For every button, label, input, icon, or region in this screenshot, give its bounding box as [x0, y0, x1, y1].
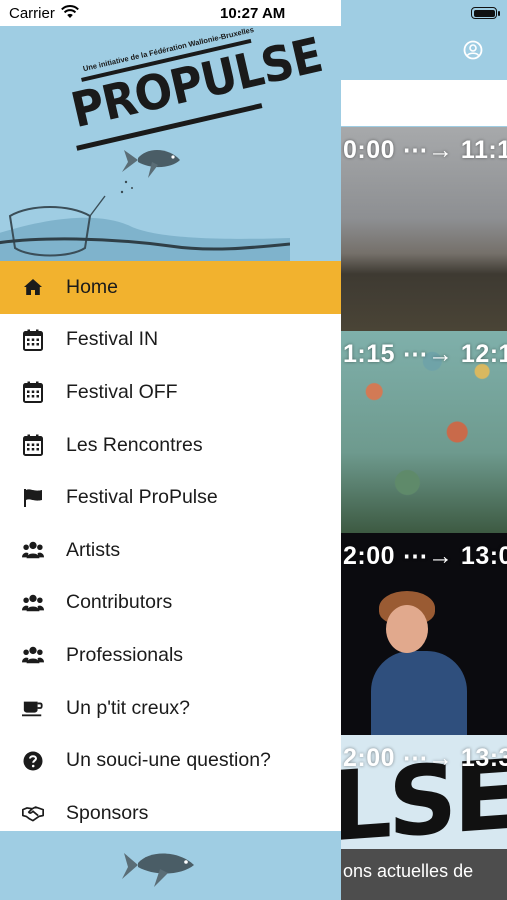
menu-item-label: Un souci-une question?: [66, 749, 271, 772]
menu-item-un-souci-une-question[interactable]: Un souci-une question?: [0, 734, 341, 787]
flag-icon: [22, 487, 44, 509]
menu-item-contributors[interactable]: Contributors: [0, 577, 341, 630]
menu-item-label: Un p'tit creux?: [66, 696, 191, 719]
menu-item-artists[interactable]: Artists: [0, 524, 341, 577]
clock: 10:27 AM: [220, 5, 286, 22]
users-icon: [22, 644, 44, 666]
coffee-icon: [22, 697, 44, 719]
bottom-banner: ons actuelles de: [341, 849, 507, 900]
event-card[interactable]: 0:00 ⋯→ 11:15: [341, 127, 507, 331]
event-time: 2:00 ⋯→ 13:00: [343, 542, 507, 570]
fishbowl-illustration: [0, 195, 290, 261]
menu-item-label: Home: [66, 275, 119, 298]
performer-head: [386, 605, 428, 653]
calendar-icon: [22, 381, 44, 404]
menu-item-les-rencontres[interactable]: Les Rencontres: [0, 419, 341, 472]
search-bar[interactable]: [341, 80, 507, 126]
menu-item-home[interactable]: Home: [0, 261, 341, 314]
performer-image: [371, 651, 467, 735]
drawer-footer: [0, 831, 341, 900]
event-card[interactable]: 2:00 ⋯→ 13:00: [341, 533, 507, 735]
status-bar: Carrier 10:27 AM: [0, 0, 341, 26]
drawer-menu: Home Festival IN Festival OFF Les Rencontre…: [0, 261, 341, 840]
users-icon: [22, 539, 44, 561]
menu-item-label: Festival IN: [66, 328, 159, 351]
bottom-banner-text: ons actuelles de: [343, 861, 474, 881]
menu-item-festival-off[interactable]: Festival OFF: [0, 366, 341, 419]
menu-item-festival-in[interactable]: Festival IN: [0, 314, 341, 367]
calendar-icon: [22, 329, 44, 351]
event-time: 1:15 ⋯→ 12:15: [343, 340, 507, 368]
drawer-header: Une initiative de la Fédération Wallonie…: [0, 26, 341, 261]
event-card[interactable]: 1:15 ⋯→ 12:15: [341, 331, 507, 533]
event-time: 0:00 ⋯→ 11:15: [343, 136, 507, 164]
wifi-icon: [61, 5, 79, 18]
users-icon: [22, 592, 44, 614]
calendar-icon: [22, 434, 44, 457]
home-icon: [22, 276, 44, 298]
battery-tip: [498, 11, 500, 16]
menu-item-label: Sponsors: [66, 801, 149, 824]
menu-item-label: Professionals: [66, 643, 184, 666]
menu-item-label: Les Rencontres: [66, 433, 203, 456]
event-time: 2:00 ⋯→ 13:30: [343, 744, 507, 772]
menu-item-label: Festival OFF: [66, 380, 178, 403]
menu-item-festival-propulse[interactable]: Festival ProPulse: [0, 471, 341, 524]
carrier-label: Carrier: [9, 5, 55, 22]
menu-item-label: Artists: [66, 538, 121, 561]
status-bar-right: [341, 0, 507, 26]
navigation-drawer: Carrier 10:27 AM Une initiative de la Fé…: [0, 0, 341, 900]
battery-icon: [471, 7, 497, 19]
fish-illustration: [122, 853, 194, 887]
menu-item-un-p-tit-creux[interactable]: Un p'tit creux?: [0, 682, 341, 735]
menu-item-label: Contributors: [66, 591, 173, 614]
handshake-icon: [22, 802, 44, 824]
menu-item-professionals[interactable]: Professionals: [0, 629, 341, 682]
question-circle-icon: [22, 750, 44, 772]
menu-item-label: Festival ProPulse: [66, 486, 218, 509]
event-card[interactable]: LSE 2:00 ⋯→ 13:30: [341, 735, 507, 849]
profile-icon[interactable]: [463, 40, 483, 60]
